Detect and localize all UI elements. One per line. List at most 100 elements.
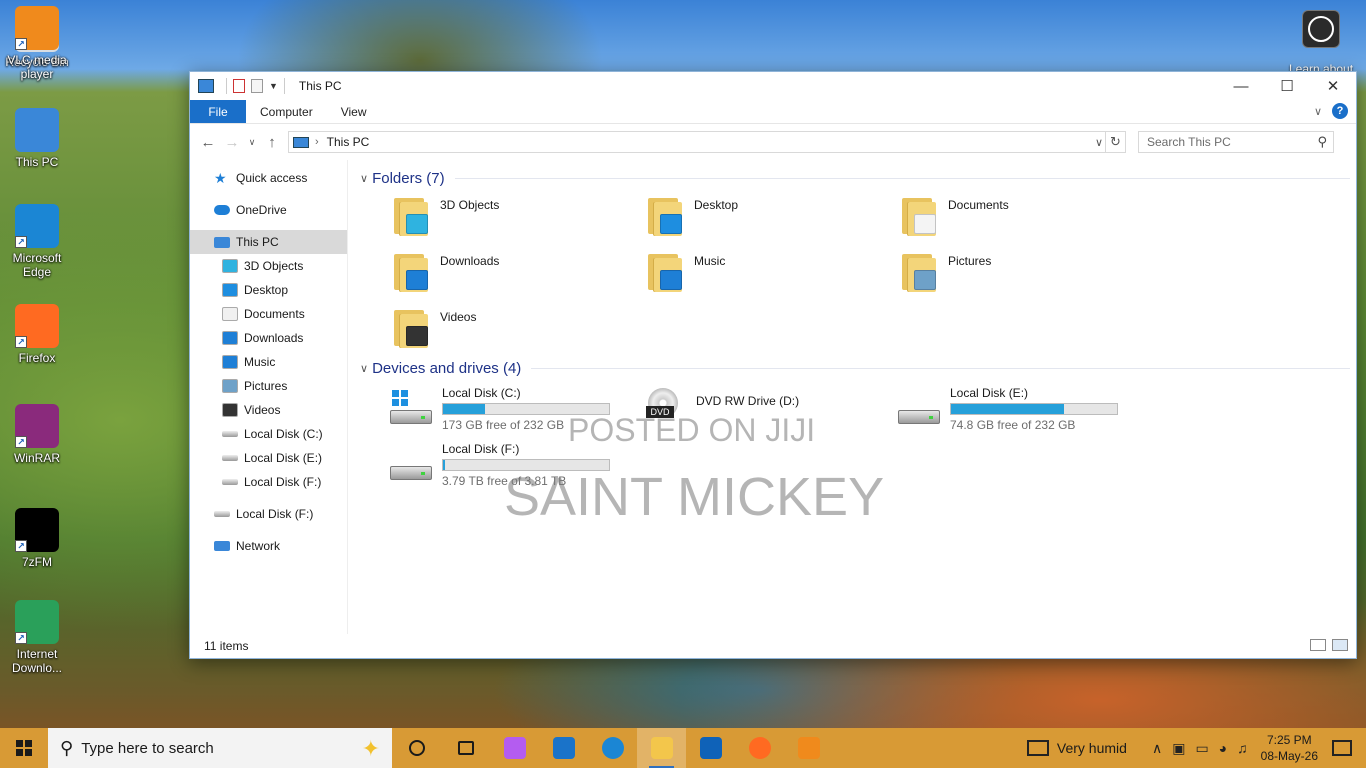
folder-item[interactable]: Music [648,246,902,302]
globe-icon[interactable]: ◕ [1219,740,1227,756]
drive-icon [222,479,238,485]
quick-access-dropdown-icon[interactable]: ▼ [269,81,278,91]
folder-item[interactable]: Downloads [394,246,648,302]
taskbar-app[interactable] [784,728,833,768]
collapse-caret-icon[interactable]: ∨ [360,172,368,185]
this-pc-icon [214,236,230,248]
back-button[interactable]: ← [196,134,220,151]
taskbar-search[interactable]: ⚲ Type here to search ✦ [48,728,392,768]
folder-item[interactable]: 3D Objects [394,190,648,246]
drive-free-space: 173 GB free of 232 GB [442,418,565,432]
folder-icon [394,252,430,292]
maximize-button[interactable]: ☐ [1264,72,1310,100]
folder-item[interactable]: Pictures [902,246,1156,302]
up-button[interactable]: ↑ [260,134,284,151]
drive-item[interactable]: Local Disk (C:) 173 GB free of 232 GB [390,382,644,438]
star-icon: ★ [214,170,227,186]
chevron-right-icon[interactable]: › [315,136,319,148]
desktop-icon[interactable]: ↗ Firefox [4,304,70,365]
folder-item[interactable]: Videos [394,302,648,358]
clock-time: 7:25 PM [1266,733,1312,747]
drive-item[interactable]: DVD DVD RW Drive (D:) [644,382,898,438]
minimize-button[interactable]: — [1218,72,1264,100]
notifications-icon[interactable] [1332,740,1352,756]
start-button[interactable] [0,728,48,768]
taskbar-app[interactable] [392,728,441,768]
taskbar-app[interactable] [539,728,588,768]
widgets-icon [457,741,474,755]
tab-view[interactable]: View [327,100,381,123]
nav-child-item[interactable]: Videos [190,398,347,422]
nav-network[interactable]: Network [190,534,347,558]
search-icon: ⚲ [1317,134,1327,149]
clock[interactable]: 7:25 PM 08-May-26 [1261,732,1318,764]
meet-now-icon[interactable]: ▣ [1172,740,1185,757]
chevron-up-icon[interactable]: ∧ [1152,740,1162,757]
taskbar: ⚲ Type here to search ✦ Very humid ∧ ▣ ▭… [0,728,1366,768]
desktop-icon[interactable]: ↗ 7zFM [4,508,70,569]
nav-child-item[interactable]: Documents [190,302,347,326]
properties-icon[interactable] [233,79,245,93]
expand-ribbon-icon[interactable]: ∨ [1314,105,1322,118]
recent-locations-icon[interactable]: ∨ [244,137,260,148]
search-input[interactable]: Search This PC ⚲ [1138,131,1334,153]
tab-computer[interactable]: Computer [246,100,327,123]
nav-child-item[interactable]: Local Disk (C:) [190,422,347,446]
tab-file[interactable]: File [190,100,246,123]
refresh-icon[interactable]: ↻ [1105,132,1125,152]
taskbar-app[interactable] [686,728,735,768]
forward-button[interactable]: → [220,134,244,151]
nav-child-item[interactable]: Downloads [190,326,347,350]
folders-group-header[interactable]: ∨ Folders (7) [354,166,1350,190]
vlc-icon [797,737,820,759]
close-button[interactable]: ✕ [1310,72,1356,100]
learn-about-picture-icon[interactable]: Learn about [1282,10,1360,76]
nav-this-pc[interactable]: This PC [190,230,347,254]
windows-logo-icon [392,390,408,406]
nav-child-item[interactable]: Local Disk (E:) [190,446,347,470]
desktop-icon-label: WinRAR [13,451,60,465]
folder-icon [394,308,430,348]
taskbar-app[interactable] [637,728,686,768]
desktop-icon[interactable]: ↗ WinRAR [4,404,70,465]
folder-item[interactable]: Desktop [648,190,902,246]
volume-icon[interactable]: ♫ [1237,740,1248,756]
chevron-down-icon[interactable]: ∨ [1095,136,1103,149]
taskbar-app[interactable] [735,728,784,768]
new-folder-icon[interactable] [251,79,263,93]
taskbar-app[interactable] [441,728,490,768]
drive-usage-bar [950,403,1118,415]
file-explorer-window: ▼ This PC — ☐ ✕ File Computer View ∨ ? ←… [189,71,1357,659]
large-icons-view-icon[interactable] [1332,639,1348,651]
drive-icon [222,455,238,461]
nav-child-item[interactable]: Desktop [190,278,347,302]
this-pc-small-icon [198,79,214,93]
desktop-icon[interactable]: ↗ Microsoft Edge [4,204,70,279]
nav-onedrive[interactable]: OneDrive [190,198,347,222]
file-explorer-icon [650,737,673,759]
drive-item[interactable]: Local Disk (F:) 3.79 TB free of 3.81 TB [390,438,644,494]
nav-child-item[interactable]: 3D Objects [190,254,347,278]
nav-child-item[interactable]: Music [190,350,347,374]
desktop-icon[interactable]: This PC [4,108,70,169]
folder-item[interactable]: Documents [902,190,1156,246]
desktop-icon[interactable]: ↗ VLC media player [4,6,70,81]
desktop-icon[interactable]: ↗ Internet Downlo... [4,600,70,675]
folder-label: Downloads [440,254,500,268]
drives-group-header[interactable]: ∨ Devices and drives (4) [354,356,1350,380]
nav-local-disk-f[interactable]: Local Disk (F:) [190,502,347,526]
dvd-drive-icon: DVD [644,386,688,430]
weather-widget[interactable]: Very humid [1026,740,1127,756]
help-icon[interactable]: ? [1332,103,1348,119]
drive-item[interactable]: Local Disk (E:) 74.8 GB free of 232 GB [898,382,1152,438]
battery-icon[interactable]: ▭ [1195,740,1208,757]
taskbar-app[interactable] [490,728,539,768]
nav-child-item[interactable]: Local Disk (F:) [190,470,347,494]
details-view-icon[interactable] [1310,639,1326,651]
nav-child-item[interactable]: Pictures [190,374,347,398]
store-icon [552,737,575,759]
nav-quick-access[interactable]: ★ Quick access [190,166,347,190]
collapse-caret-icon[interactable]: ∨ [360,362,368,375]
taskbar-app[interactable] [588,728,637,768]
address-bar[interactable]: › This PC ∨ ↻ [288,131,1126,153]
